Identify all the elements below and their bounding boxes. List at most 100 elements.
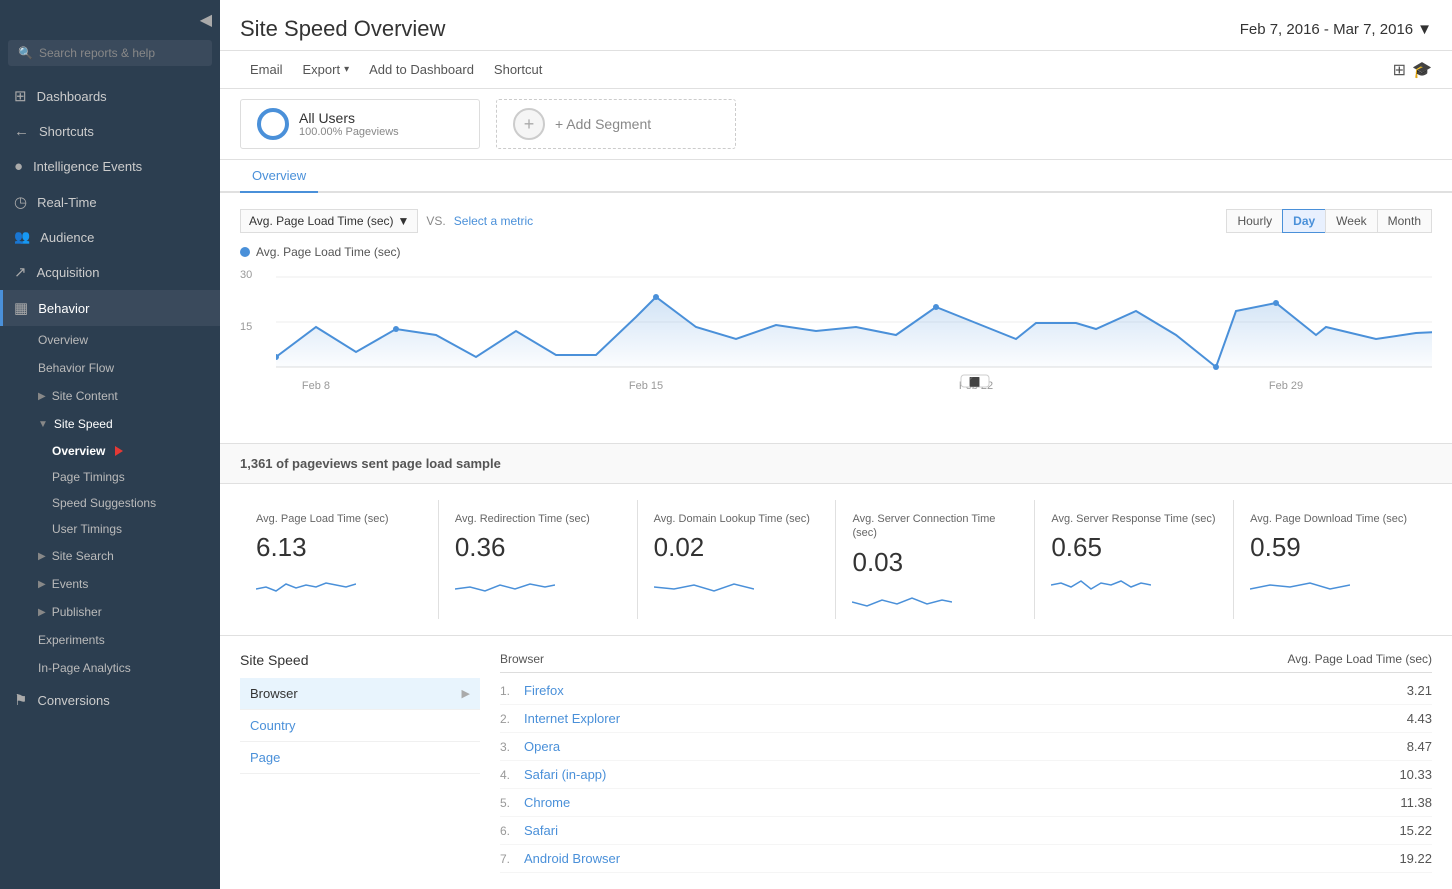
sidebar-item-intelligence[interactable]: ● Intelligence Events [0, 149, 220, 184]
browser-name-0[interactable]: Firefox [524, 683, 564, 698]
search-input[interactable] [39, 46, 202, 60]
sub-item-label-publisher: Publisher [52, 605, 102, 619]
export-button[interactable]: Export ▾ [293, 57, 360, 82]
browser-name-5[interactable]: Safari [524, 823, 558, 838]
sub-item-site-speed[interactable]: ▼ Site Speed [0, 410, 220, 438]
sub-sub-item-page-timings[interactable]: Page Timings [0, 464, 220, 490]
metric-card-4: Avg. Server Response Time (sec) 0.65 [1035, 500, 1234, 619]
browser-row-3: 4. Safari (in-app) 10.33 [500, 761, 1432, 789]
metric-card-0: Avg. Page Load Time (sec) 6.13 [240, 500, 439, 619]
main-content: Site Speed Overview Feb 7, 2016 - Mar 7,… [220, 0, 1452, 889]
metric-value-5: 0.59 [1250, 532, 1416, 563]
add-segment-button[interactable]: + + Add Segment [496, 99, 736, 149]
sidebar-item-label-behavior: Behavior [38, 301, 89, 316]
sub-sub-item-user-timings[interactable]: User Timings [0, 516, 220, 542]
sub-item-site-search[interactable]: ▶ Site Search [0, 542, 220, 570]
time-btn-month[interactable]: Month [1377, 209, 1432, 233]
sub-item-label-site-speed: Site Speed [54, 417, 113, 431]
metrics-cards: Avg. Page Load Time (sec) 6.13 Avg. Redi… [220, 484, 1452, 636]
metric-value-3: 0.03 [852, 547, 1018, 578]
metric-selector: Avg. Page Load Time (sec) ▼ VS. Select a… [240, 209, 533, 233]
sub-sub-item-ss-overview[interactable]: Overview [0, 438, 220, 464]
time-btn-hourly[interactable]: Hourly [1226, 209, 1283, 233]
metric-title-4: Avg. Server Response Time (sec) [1051, 512, 1217, 526]
browser-table-header: Browser Avg. Page Load Time (sec) [500, 652, 1432, 673]
metric-value-1: 0.36 [455, 532, 621, 563]
sub-item-site-content[interactable]: ▶ Site Content [0, 382, 220, 410]
sub-item-events[interactable]: ▶ Events [0, 570, 220, 598]
time-btn-week[interactable]: Week [1325, 209, 1377, 233]
chart-legend: Avg. Page Load Time (sec) [240, 245, 1432, 259]
table-row-browser[interactable]: Browser ▶ [240, 678, 480, 710]
browser-num-2: 3. [500, 740, 516, 754]
sidebar-item-label-acquisition: Acquisition [37, 265, 100, 280]
add-dashboard-button[interactable]: Add to Dashboard [359, 57, 484, 82]
legend-label: Avg. Page Load Time (sec) [256, 245, 401, 259]
svg-text:Feb 29: Feb 29 [1269, 380, 1303, 392]
site-speed-table: Site Speed Browser ▶ Country Page [240, 652, 480, 873]
sub-item-behavior-flow[interactable]: Behavior Flow [0, 354, 220, 382]
browser-num-4: 5. [500, 796, 516, 810]
chevron-down-icon: ▼ [38, 419, 48, 430]
time-btn-day[interactable]: Day [1282, 209, 1326, 233]
collapse-button[interactable]: ◀ [0, 0, 220, 40]
browser-table: Browser Avg. Page Load Time (sec) 1. Fir… [500, 652, 1432, 873]
browser-name-2[interactable]: Opera [524, 739, 560, 754]
browser-name-6[interactable]: Android Browser [524, 851, 620, 866]
sub-item-overview[interactable]: Overview [0, 326, 220, 354]
sparkline-0 [256, 569, 356, 599]
segment-circle [257, 108, 289, 140]
segment-all-users[interactable]: All Users 100.00% Pageviews [240, 99, 480, 149]
shortcut-button[interactable]: Shortcut [484, 57, 552, 82]
table-row-page[interactable]: Page [240, 742, 480, 774]
sub-item-publisher[interactable]: ▶ Publisher [0, 598, 220, 626]
browser-name-3[interactable]: Safari (in-app) [524, 767, 606, 782]
sidebar: ◀ 🔍 ⊞ Dashboards ← Shortcuts ● Intellige… [0, 0, 220, 889]
metric-value-2: 0.02 [654, 532, 820, 563]
legend-dot [240, 247, 250, 257]
browser-num-0: 1. [500, 684, 516, 698]
browser-num-5: 6. [500, 824, 516, 838]
metric-title-2: Avg. Domain Lookup Time (sec) [654, 512, 820, 526]
sub-item-inpage[interactable]: In-Page Analytics [0, 654, 220, 682]
date-range-picker[interactable]: Feb 7, 2016 - Mar 7, 2016 ▼ [1240, 21, 1432, 38]
sidebar-item-realtime[interactable]: ◷ Real-Time [0, 184, 220, 220]
metric-card-3: Avg. Server Connection Time (sec) 0.03 [836, 500, 1035, 619]
sidebar-item-acquisition[interactable]: ↗ Acquisition [0, 254, 220, 290]
svg-text:Feb 8: Feb 8 [302, 380, 330, 392]
sidebar-item-audience[interactable]: 👥 Audience [0, 220, 220, 254]
sub-sub-item-speed-suggestions[interactable]: Speed Suggestions [0, 490, 220, 516]
sidebar-item-shortcuts[interactable]: ← Shortcuts [0, 114, 220, 149]
browser-value-2: 8.47 [1407, 739, 1432, 754]
sub-item-label-inpage: In-Page Analytics [38, 661, 131, 675]
search-box[interactable]: 🔍 [8, 40, 212, 66]
sidebar-item-behavior[interactable]: ▦ Behavior [0, 290, 220, 326]
metric-dropdown[interactable]: Avg. Page Load Time (sec) ▼ [240, 209, 418, 233]
browser-name-4[interactable]: Chrome [524, 795, 570, 810]
metric-card-1: Avg. Redirection Time (sec) 0.36 [439, 500, 638, 619]
select-metric-link[interactable]: Select a metric [454, 214, 533, 228]
sidebar-item-dashboards[interactable]: ⊞ Dashboards [0, 78, 220, 114]
sub-item-experiments[interactable]: Experiments [0, 626, 220, 654]
grid-view-icon[interactable]: ⊞ [1393, 60, 1406, 80]
add-segment-label: + Add Segment [555, 116, 651, 132]
export-caret-icon: ▾ [344, 64, 349, 75]
segment-name: All Users [299, 110, 399, 126]
chart-section: Avg. Page Load Time (sec) ▼ VS. Select a… [220, 193, 1452, 444]
sidebar-item-conversions[interactable]: ⚑ Conversions [0, 682, 220, 718]
settings-icon[interactable]: 🎓 [1412, 60, 1432, 80]
browser-row-2: 3. Opera 8.47 [500, 733, 1432, 761]
browser-row-0: 1. Firefox 3.21 [500, 677, 1432, 705]
tab-overview[interactable]: Overview [240, 160, 318, 193]
sub-item-label-behavior-flow: Behavior Flow [38, 361, 114, 375]
svg-text:⬛: ⬛ [969, 376, 980, 387]
dashboards-icon: ⊞ [14, 87, 27, 105]
date-range-text: Feb 7, 2016 - Mar 7, 2016 [1240, 21, 1413, 38]
browser-row-4: 5. Chrome 11.38 [500, 789, 1432, 817]
conversions-icon: ⚑ [14, 691, 27, 709]
behavior-sub-nav: Overview Behavior Flow ▶ Site Content ▼ … [0, 326, 220, 682]
browser-name-1[interactable]: Internet Explorer [524, 711, 620, 726]
metric-caret-icon: ▼ [398, 214, 410, 228]
table-row-country[interactable]: Country [240, 710, 480, 742]
email-button[interactable]: Email [240, 57, 293, 82]
